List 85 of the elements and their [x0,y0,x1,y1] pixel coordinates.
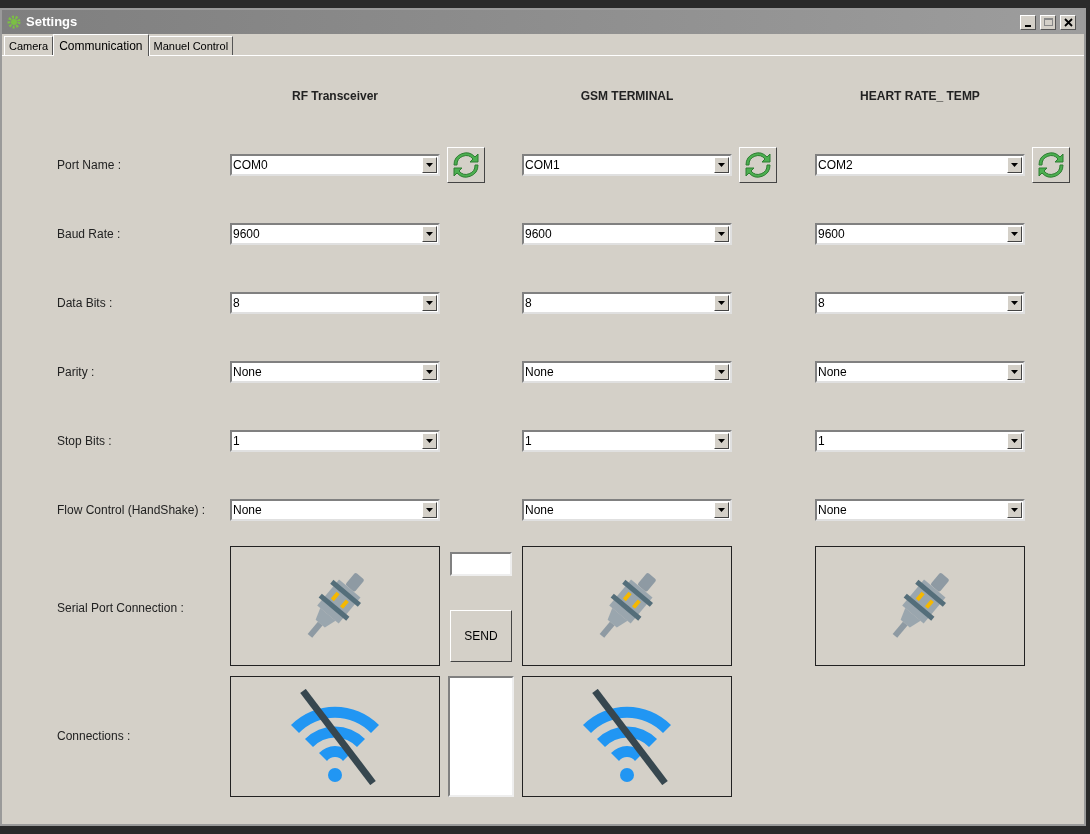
dropdown-arrow-icon [1011,438,1018,443]
row-label: Baud Rate : [57,225,121,243]
minimize-icon [1025,24,1031,27]
dropdown-value: None [817,501,848,519]
dropdown[interactable]: 1 [815,429,1025,452]
dropdown-arrow-icon [426,438,433,443]
dropdown-value: None [817,363,848,381]
dropdown-arrow-icon [426,300,433,305]
dropdown[interactable]: None [815,360,1025,383]
dropdown[interactable]: None [522,498,732,521]
dropdown-value: None [524,501,555,519]
dropdown-value: None [232,501,263,519]
row-label: Parity : [57,363,95,381]
dropdown[interactable]: 9600 [522,222,732,245]
dropdown-arrow-icon [426,231,433,236]
send-button[interactable]: SEND [450,610,512,662]
refresh-button[interactable] [739,146,777,183]
row-label: Data Bits : [57,294,113,312]
dropdown-value: None [524,363,555,381]
dropdown-arrow-icon [718,369,725,374]
dropdown-arrow-icon [1011,369,1018,374]
dropdown[interactable]: COM1 [522,153,732,176]
dropdown-value: COM2 [817,156,854,174]
dropdown-value: 1 [524,432,533,450]
refresh-icon [453,151,479,178]
dropdown-arrow-icon [1011,231,1018,236]
dropdown[interactable]: 1 [522,429,732,452]
text-area[interactable] [448,676,514,797]
column-heading: GSM TERMINAL [580,88,674,105]
dropdown[interactable]: 8 [230,291,440,314]
dropdown-arrow-icon [1011,300,1018,305]
gear-icon [6,14,22,30]
row-label: Stop Bits : [57,432,112,450]
dropdown[interactable]: 9600 [230,222,440,245]
dropdown[interactable]: 8 [815,291,1025,314]
dropdown-value: 8 [817,294,826,312]
refresh-icon [745,151,771,178]
dropdown-arrow-icon [718,300,725,305]
dropdown[interactable]: None [815,498,1025,521]
close-button[interactable] [1060,14,1076,30]
dropdown[interactable]: 8 [522,291,732,314]
row-label: Connections : [57,728,131,745]
refresh-button[interactable] [1032,146,1070,183]
dropdown[interactable]: 9600 [815,222,1025,245]
tab[interactable]: Communication [53,34,149,56]
row-label: Port Name : [57,156,122,174]
dropdown-value: 1 [817,432,826,450]
dropdown-arrow-icon [718,162,725,167]
input-field[interactable] [450,552,512,576]
row-label: Flow Control (HandShake) : [57,501,206,519]
dropdown[interactable]: None [522,360,732,383]
dropdown-value: COM1 [524,156,561,174]
dropdown-arrow-icon [426,507,433,512]
maximize-button[interactable] [1040,14,1056,30]
dropdown[interactable]: COM0 [230,153,440,176]
dropdown-value: 9600 [232,225,261,243]
dropdown-value: COM0 [232,156,269,174]
dropdown[interactable]: COM2 [815,153,1025,176]
dropdown[interactable]: 1 [230,429,440,452]
column-heading: HEART RATE_ TEMP [860,88,980,105]
maximize-icon [1043,18,1053,26]
dropdown-arrow-icon [1011,507,1018,512]
close-icon [1063,17,1073,27]
dropdown-arrow-icon [718,507,725,512]
tab[interactable]: Camera [4,36,54,55]
column-heading: RF Transceiver [291,88,378,105]
refresh-icon [1038,151,1064,178]
row-label: Serial Port Connection : [57,600,184,617]
window-title: Settings [26,13,78,32]
dropdown[interactable]: None [230,360,440,383]
dropdown-arrow-icon [718,231,725,236]
dropdown-arrow-icon [426,162,433,167]
dropdown-arrow-icon [1011,162,1018,167]
dropdown-value: 9600 [524,225,553,243]
dropdown[interactable]: None [230,498,440,521]
tab[interactable]: Manuel Control [148,36,234,55]
dropdown-value: 8 [232,294,241,312]
dropdown-arrow-icon [426,369,433,374]
dropdown-value: None [232,363,263,381]
dropdown-value: 1 [232,432,241,450]
refresh-button[interactable] [447,146,485,183]
dropdown-value: 9600 [817,225,846,243]
dropdown-value: 8 [524,294,533,312]
dropdown-arrow-icon [718,438,725,443]
minimize-button[interactable] [1020,14,1036,30]
